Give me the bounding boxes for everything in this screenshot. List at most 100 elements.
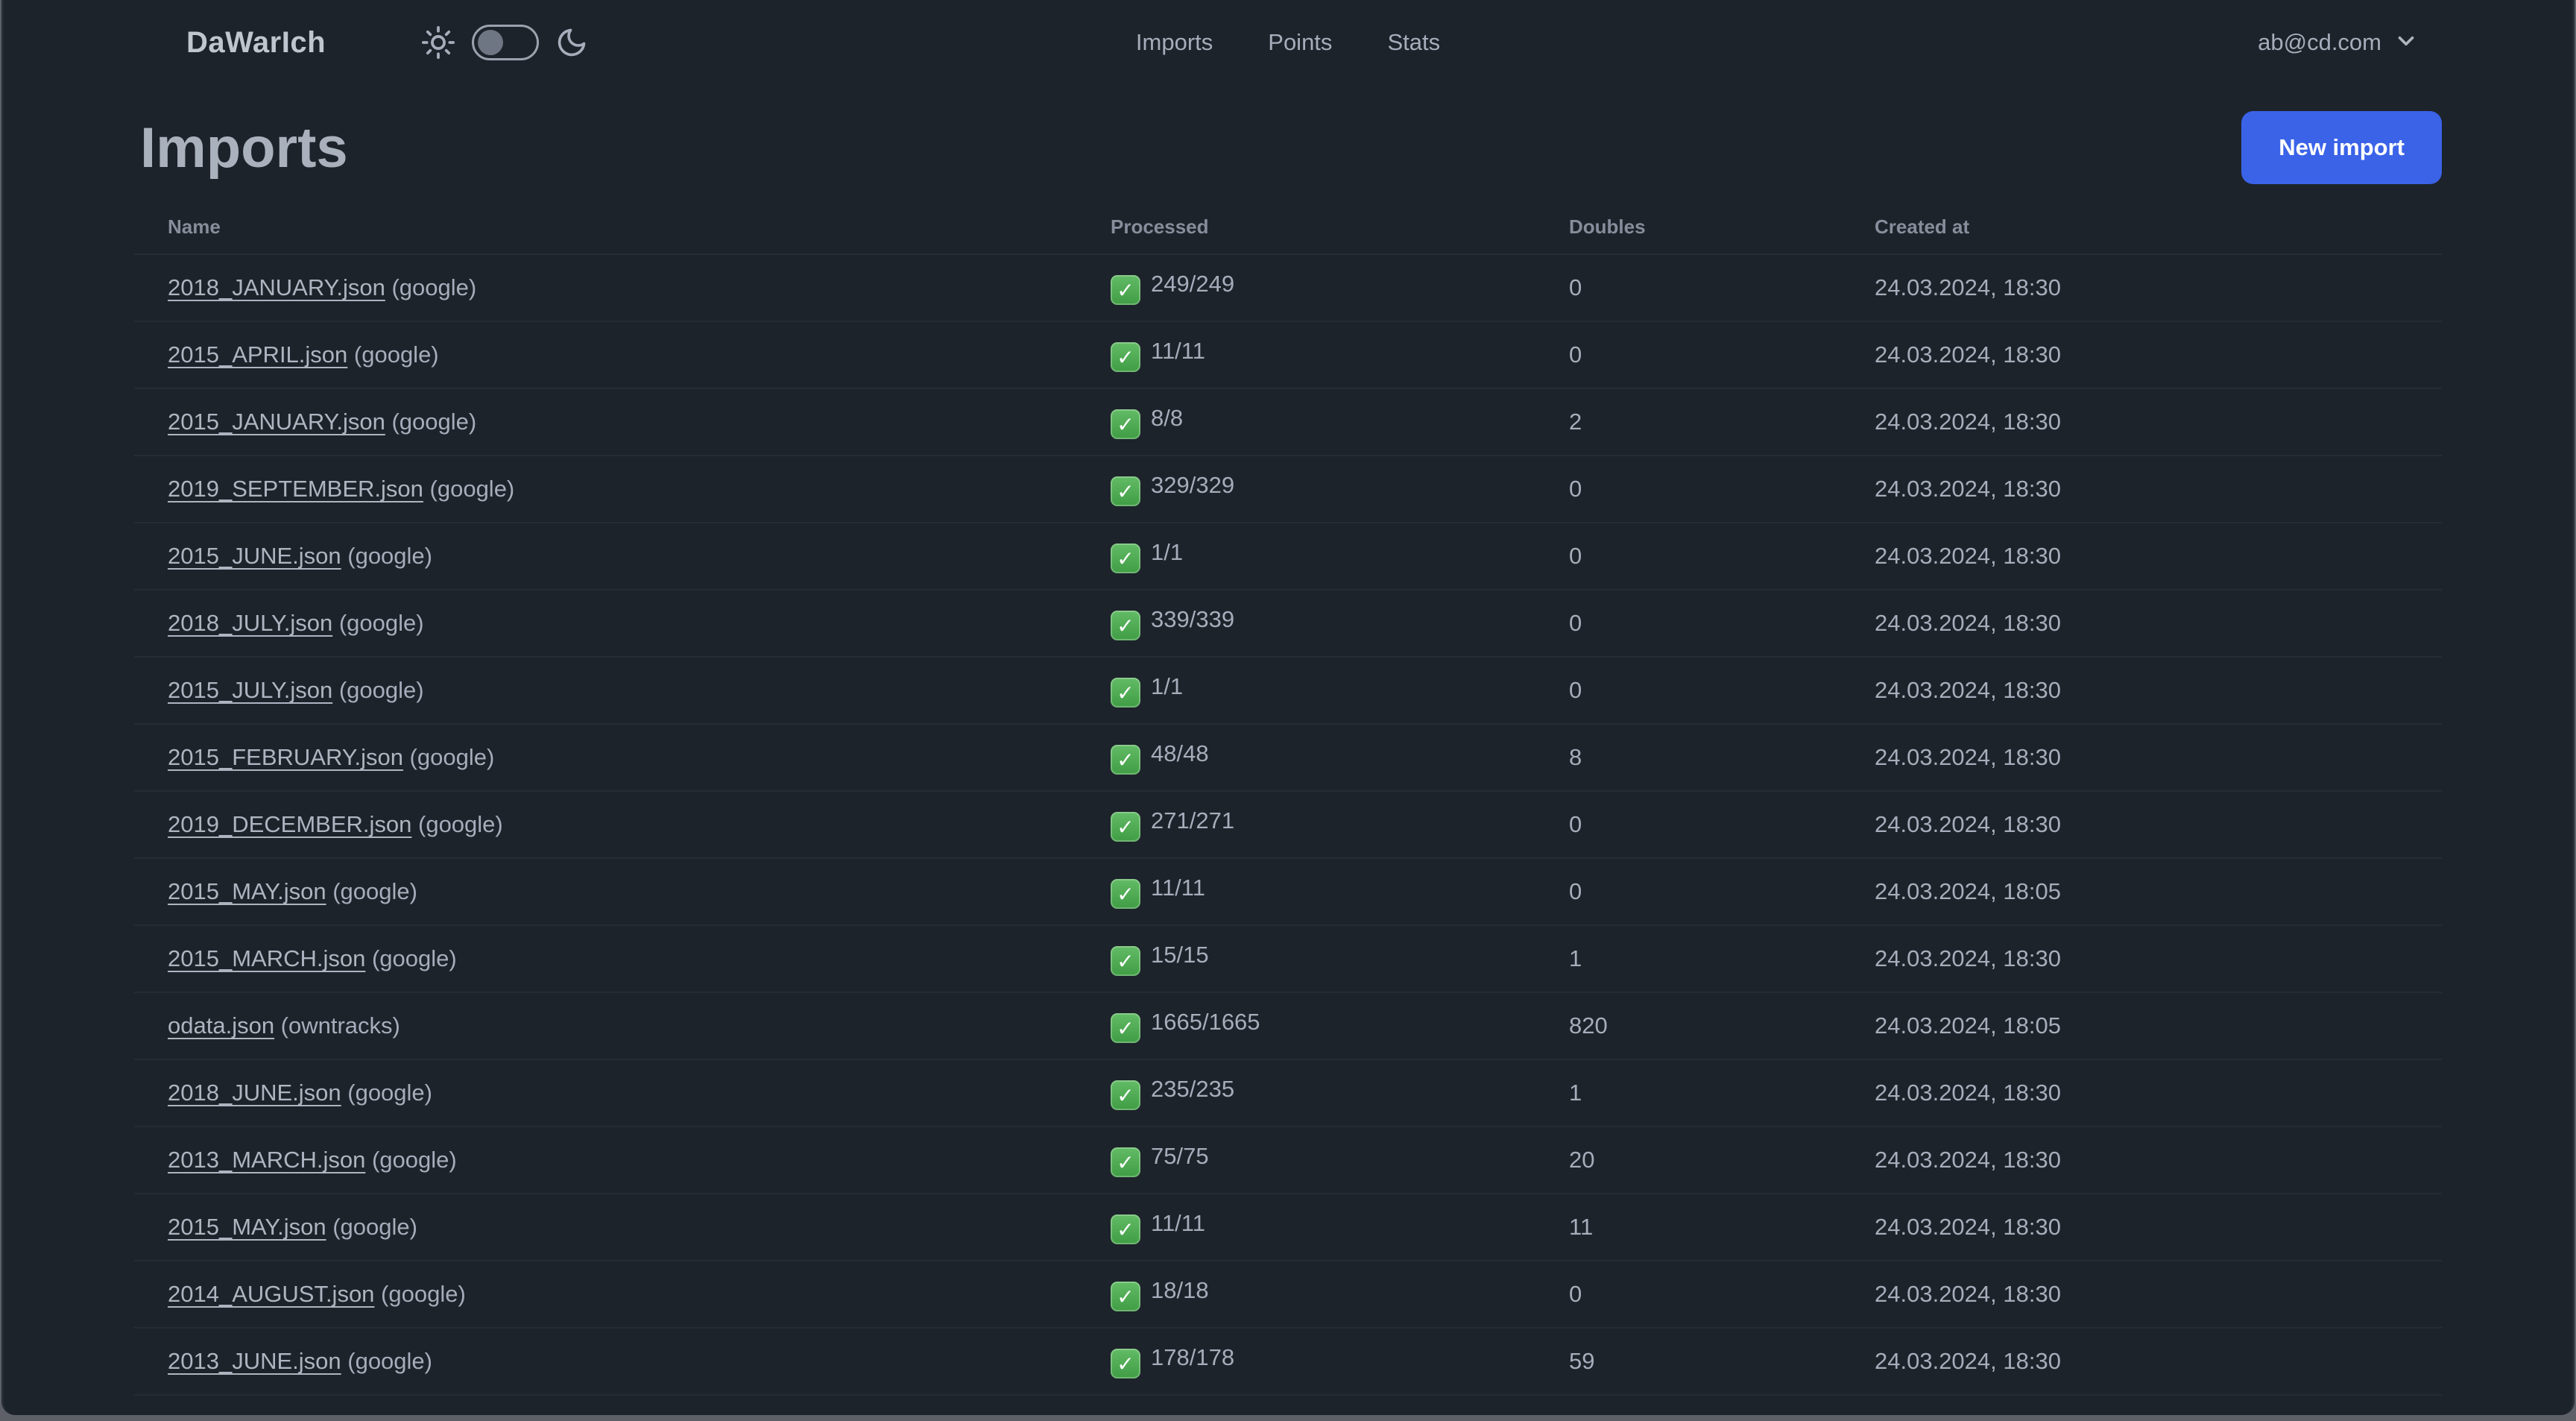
import-source: (google)	[365, 1147, 457, 1173]
check-mark-icon: ✓	[1111, 745, 1140, 775]
theme-toggle-knob	[478, 30, 504, 55]
processed-cell: ✓ 48/48	[1077, 740, 1535, 775]
import-file-link[interactable]: 2013_JUNE.json	[168, 1348, 341, 1374]
logo[interactable]: DaWarIch	[186, 26, 326, 60]
processed-cell: ✓ 11/11	[1077, 338, 1535, 373]
processed-cell: ✓ 11/11	[1077, 875, 1535, 910]
table-row: 2015_JANUARY.json (google) ✓ 8/8 2 24.03.202…	[134, 389, 2442, 456]
table-row: 2015_APRIL.json (google) ✓ 11/11 0 24.03.202…	[134, 322, 2442, 389]
created-at-cell: 24.03.2024, 18:30	[1875, 476, 2061, 502]
import-file-link[interactable]: 2015_MARCH.json	[168, 945, 365, 971]
created-at-cell: 24.03.2024, 18:30	[1875, 945, 2061, 971]
created-at-cell: 24.03.2024, 18:30	[1875, 1080, 2061, 1106]
import-file-link[interactable]: 2018_JULY.json	[168, 610, 332, 636]
doubles-cell: 0	[1569, 1281, 1582, 1307]
import-file-link[interactable]: 2018_JUNE.json	[168, 1080, 341, 1106]
moon-icon	[555, 26, 588, 59]
table-header-row: Name Processed Doubles Created at	[134, 200, 2442, 255]
created-at-cell: 24.03.2024, 18:30	[1875, 811, 2061, 837]
created-at-cell: 24.03.2024, 18:30	[1875, 409, 2061, 435]
import-source: (google)	[326, 878, 417, 904]
import-file-link[interactable]: 2015_JANUARY.json	[168, 409, 385, 435]
check-mark-icon: ✓	[1111, 409, 1140, 440]
table-row: 2019_SEPTEMBER.json (google) ✓ 329/329 0 24.…	[134, 456, 2442, 523]
created-at-cell: 24.03.2024, 18:05	[1875, 1012, 2061, 1039]
created-at-cell: 24.03.2024, 18:30	[1875, 341, 2061, 368]
doubles-cell: 0	[1569, 476, 1582, 502]
nav-link-stats[interactable]: Stats	[1387, 29, 1440, 56]
import-file-link[interactable]: 2014_AUGUST.json	[168, 1281, 374, 1307]
table-row: 2015_FEBRUARY.json (google) ✓ 48/48 8 24.03.…	[134, 725, 2442, 792]
doubles-cell: 1	[1569, 1080, 1582, 1106]
import-file-link[interactable]: 2013_MARCH.json	[168, 1147, 365, 1173]
table-row: 2013_MARCH.json (google) ✓ 75/75 20 24.03.20…	[134, 1127, 2442, 1194]
sun-icon	[421, 25, 455, 60]
created-at-cell: 24.03.2024, 18:30	[1875, 543, 2061, 569]
page-title: Imports	[140, 116, 348, 180]
import-file-link[interactable]: 2015_APRIL.json	[168, 341, 347, 368]
doubles-cell: 59	[1569, 1348, 1595, 1374]
nav-links: Imports Points Stats	[1136, 0, 1440, 85]
doubles-cell: 0	[1569, 878, 1582, 904]
import-source: (google)	[332, 677, 424, 703]
processed-cell: ✓ 11/11	[1077, 1210, 1535, 1245]
import-file-link[interactable]: 2018_JANUARY.json	[168, 274, 385, 300]
check-mark-icon: ✓	[1111, 1080, 1140, 1111]
processed-cell: ✓ 249/249	[1077, 271, 1535, 306]
import-file-link[interactable]: 2015_JUNE.json	[168, 543, 341, 569]
user-email: ab@cd.com	[2258, 29, 2381, 55]
table-row: 2014_AUGUST.json (google) ✓ 18/18 0 24.03.20…	[134, 1261, 2442, 1329]
table-row: ✓	[134, 1411, 2442, 1415]
processed-cell: ✓ 339/339	[1077, 606, 1535, 641]
check-mark-icon: ✓	[1111, 1349, 1140, 1379]
doubles-cell: 0	[1569, 274, 1582, 300]
table-row: 2013_JUNE.json (google) ✓ 178/178 59 24.03.2…	[134, 1329, 2442, 1396]
import-source: (google)	[341, 1080, 432, 1106]
nav-link-imports[interactable]: Imports	[1136, 29, 1213, 56]
created-at-cell: 24.03.2024, 18:30	[1875, 1348, 2061, 1374]
created-at-cell: 24.03.2024, 18:30	[1875, 1214, 2061, 1240]
doubles-cell: 0	[1569, 811, 1582, 837]
table-row: 2015_JUNE.json (google) ✓ 1/1 0 24.03.2024, …	[134, 523, 2442, 590]
new-import-button[interactable]: New import	[2241, 111, 2442, 184]
import-file-link[interactable]: 2015_JULY.json	[168, 677, 332, 703]
import-file-link[interactable]: 2019_DECEMBER.json	[168, 811, 411, 837]
processed-cell: ✓ 18/18	[1077, 1277, 1535, 1312]
import-source: (google)	[411, 811, 503, 837]
check-mark-icon: ✓	[1111, 879, 1140, 910]
user-menu[interactable]: ab@cd.com	[2258, 28, 2419, 57]
table-row: odata.json (owntracks) ✓ 1665/1665 820 24.03…	[134, 993, 2442, 1060]
nav-link-points[interactable]: Points	[1268, 29, 1332, 56]
navbar: DaWarIch Imports Points Stats ab@cd.com	[4, 0, 2572, 85]
import-file-link[interactable]: odata.json	[168, 1012, 274, 1039]
import-source: (google)	[341, 543, 432, 569]
import-source: (owntracks)	[274, 1012, 400, 1039]
processed-cell: ✓ 329/329	[1077, 472, 1535, 507]
import-source: (google)	[332, 610, 424, 636]
page-header: Imports New import	[134, 95, 2442, 200]
doubles-cell: 820	[1569, 1012, 1608, 1039]
check-mark-icon: ✓	[1111, 1214, 1140, 1245]
import-file-link[interactable]: 2015_FEBRUARY.json	[168, 744, 403, 770]
check-mark-icon: ✓	[1111, 342, 1140, 373]
table-row: 2015_JULY.json (google) ✓ 1/1 0 24.03.2024, …	[134, 658, 2442, 725]
created-at-cell: 24.03.2024, 18:30	[1875, 610, 2061, 636]
table-row: 2015_MAY.json (google) ✓ 11/11 0 24.03.2024,…	[134, 859, 2442, 926]
theme-toggle-switch[interactable]	[472, 25, 540, 60]
column-header-processed: Processed	[1111, 215, 1209, 238]
processed-cell: ✓ 235/235	[1077, 1076, 1535, 1111]
doubles-cell: 20	[1569, 1147, 1595, 1173]
import-source: (google)	[374, 1281, 466, 1307]
import-file-link[interactable]: 2015_MAY.json	[168, 878, 326, 904]
import-file-link[interactable]: 2015_MAY.json	[168, 1214, 326, 1240]
table-row: 2018_JUNE.json (google) ✓ 235/235 1 24.03.20…	[134, 1060, 2442, 1127]
doubles-cell: 0	[1569, 610, 1582, 636]
table-row: 2018_JANUARY.json (google) ✓ 249/249 0 24.03…	[134, 255, 2442, 322]
created-at-cell: 24.03.2024, 18:30	[1875, 677, 2061, 703]
import-source: (google)	[402, 744, 495, 770]
doubles-cell: 0	[1569, 341, 1582, 368]
created-at-cell: 24.03.2024, 18:30	[1875, 1281, 2061, 1307]
processed-cell: ✓ 15/15	[1077, 942, 1535, 977]
import-file-link[interactable]: 2019_SEPTEMBER.json	[168, 476, 423, 502]
check-mark-icon: ✓	[1111, 543, 1140, 574]
